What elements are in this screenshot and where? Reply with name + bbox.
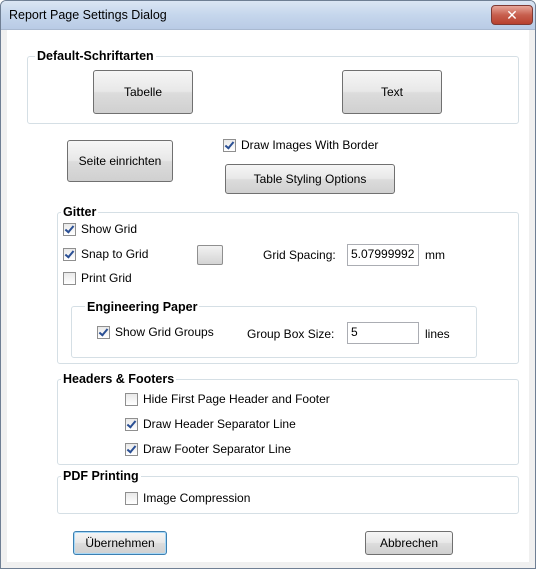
- checkbox-checked-icon[interactable]: [125, 442, 138, 456]
- draw-header-separator-label: Draw Header Separator Line: [143, 417, 296, 431]
- group-box-size-unit: lines: [425, 327, 450, 341]
- show-grid-groups-label: Show Grid Groups: [115, 325, 214, 339]
- headers-footers-title: Headers & Footers: [61, 372, 177, 386]
- table-styling-options-label: Table Styling Options: [253, 172, 367, 186]
- hide-first-page-header-footer-checkbox[interactable]: Hide First Page Header and Footer: [125, 391, 330, 407]
- show-grid-groups-checkbox[interactable]: Show Grid Groups: [97, 324, 214, 340]
- grid-title: Gitter: [61, 205, 99, 219]
- text-font-label: Text: [380, 85, 403, 99]
- checkbox-unchecked-icon[interactable]: [125, 491, 138, 505]
- title-bar[interactable]: Report Page Settings Dialog ✕: [1, 1, 535, 30]
- print-grid-label: Print Grid: [81, 271, 132, 285]
- table-styling-options-button[interactable]: Table Styling Options: [225, 164, 395, 194]
- draw-footer-separator-label: Draw Footer Separator Line: [143, 442, 292, 456]
- snap-to-grid-label: Snap to Grid: [81, 247, 149, 261]
- grid-color-button[interactable]: [197, 245, 223, 265]
- engineering-paper-title: Engineering Paper: [85, 300, 200, 314]
- checkbox-checked-icon[interactable]: [223, 138, 236, 152]
- close-button[interactable]: ✕: [491, 5, 533, 25]
- draw-images-border-label: Draw Images With Border: [241, 138, 379, 152]
- dialog-window: Report Page Settings Dialog ✕ Default-Sc…: [0, 0, 536, 569]
- draw-footer-separator-checkbox[interactable]: Draw Footer Separator Line: [125, 441, 291, 457]
- show-grid-label: Show Grid: [81, 222, 138, 236]
- apply-button[interactable]: Übernehmen: [73, 531, 167, 555]
- dialog-body: Default-Schriftarten Tabelle Text Seite …: [7, 30, 529, 562]
- grid-spacing-input[interactable]: 5.07999992: [347, 244, 419, 266]
- apply-label: Übernehmen: [85, 536, 155, 550]
- draw-header-separator-checkbox[interactable]: Draw Header Separator Line: [125, 416, 296, 432]
- grid-spacing-unit: mm: [425, 248, 445, 262]
- draw-images-border-checkbox[interactable]: Draw Images With Border: [223, 137, 378, 153]
- page-setup-button[interactable]: Seite einrichten: [67, 140, 173, 182]
- grid-spacing-label: Grid Spacing:: [263, 248, 336, 262]
- checkbox-unchecked-icon[interactable]: [125, 392, 138, 406]
- group-box-size-input[interactable]: 5: [347, 322, 419, 344]
- default-fonts-title: Default-Schriftarten: [35, 49, 156, 63]
- cancel-button[interactable]: Abbrechen: [365, 531, 453, 555]
- hide-first-page-label: Hide First Page Header and Footer: [143, 392, 330, 406]
- checkbox-checked-icon[interactable]: [63, 247, 76, 261]
- checkbox-unchecked-icon[interactable]: [63, 271, 76, 285]
- close-icon: ✕: [506, 7, 518, 23]
- text-font-button[interactable]: Text: [342, 70, 442, 114]
- table-font-button[interactable]: Tabelle: [93, 70, 193, 114]
- snap-to-grid-checkbox[interactable]: Snap to Grid: [63, 246, 148, 262]
- page-setup-label: Seite einrichten: [78, 154, 162, 168]
- checkbox-checked-icon[interactable]: [125, 417, 138, 431]
- image-compression-label: Image Compression: [143, 491, 251, 505]
- table-font-label: Tabelle: [123, 85, 163, 99]
- checkbox-checked-icon[interactable]: [63, 222, 76, 236]
- group-box-size-label: Group Box Size:: [247, 327, 335, 341]
- image-compression-checkbox[interactable]: Image Compression: [125, 490, 250, 506]
- pdf-printing-title: PDF Printing: [61, 469, 141, 483]
- cancel-label: Abbrechen: [379, 536, 439, 550]
- window-title: Report Page Settings Dialog: [9, 8, 167, 22]
- checkbox-checked-icon[interactable]: [97, 325, 110, 339]
- print-grid-checkbox[interactable]: Print Grid: [63, 270, 132, 286]
- show-grid-checkbox[interactable]: Show Grid: [63, 221, 137, 237]
